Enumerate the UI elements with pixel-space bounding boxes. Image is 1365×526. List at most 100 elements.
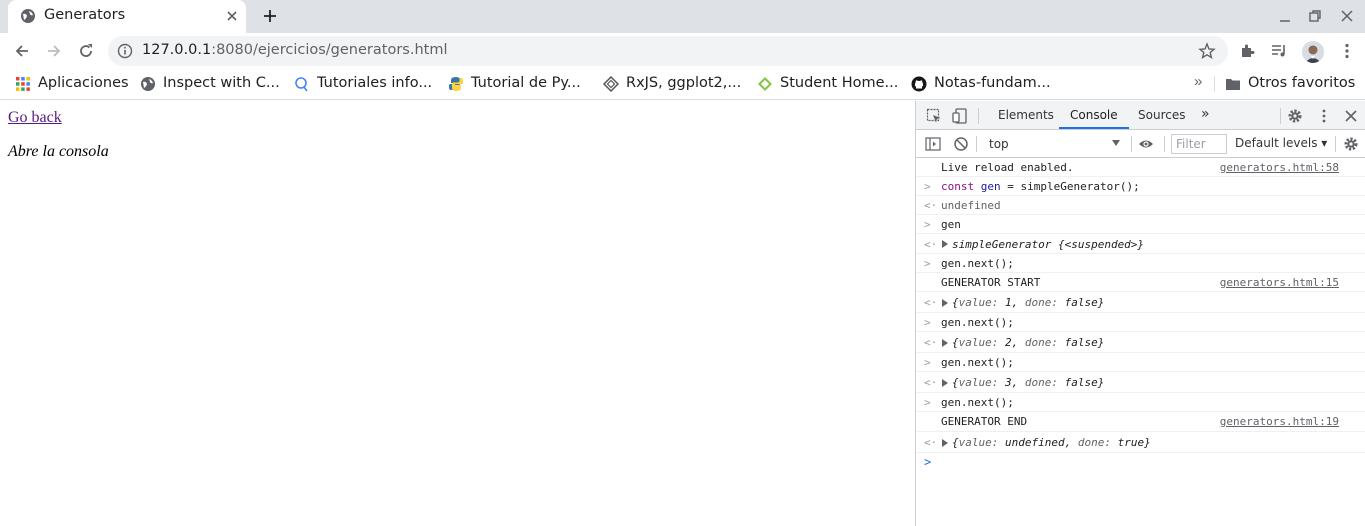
expand-triangle-icon[interactable] <box>941 299 949 307</box>
console-result-row: <· undefined <box>916 196 1365 215</box>
console-settings-gear-icon[interactable] <box>1343 136 1359 152</box>
more-tabs-button[interactable]: » <box>1201 106 1210 122</box>
sidebar-toggle-icon[interactable] <box>925 136 941 152</box>
expand-triangle-icon[interactable] <box>941 240 949 248</box>
result-object[interactable]: {value: 3, done: false} <box>952 376 1104 389</box>
console-input-row: > const gen = simpleGenerator(); <box>916 177 1365 196</box>
address-bar[interactable]: 127.0.0.1:8080/ejercicios/generators.htm… <box>108 36 1228 66</box>
result-object[interactable]: simpleGenerator {<suspended>} <box>952 238 1144 251</box>
source-link[interactable]: generators.html:58 <box>1220 161 1339 174</box>
input-command: const gen = simpleGenerator(); <box>941 180 1140 193</box>
go-back-link[interactable]: Go back <box>8 109 62 127</box>
tab-console[interactable]: Console <box>1070 108 1118 122</box>
input-command: gen.next(); <box>941 316 1014 329</box>
console-result-row: <· {value: 3, done: false} <box>916 372 1365 393</box>
filter-input[interactable]: Filter <box>1171 134 1227 154</box>
extensions-icon[interactable] <box>1238 42 1256 60</box>
leaf-icon <box>757 76 773 92</box>
diamond-icon <box>603 76 619 92</box>
tab-title: Generators <box>44 7 126 23</box>
close-window-icon[interactable] <box>1337 6 1357 26</box>
result-value: undefined <box>941 199 1001 212</box>
devtools-tab-bar: Elements Console Sources » <box>916 101 1365 130</box>
devtools-menu-icon[interactable] <box>1316 108 1332 124</box>
toolbar-separator <box>1335 136 1336 152</box>
bookmarks-overflow-button[interactable]: » <box>1194 73 1202 90</box>
log-levels-dropdown[interactable]: Default levels ▾ <box>1235 136 1327 150</box>
expand-triangle-icon[interactable] <box>941 439 949 447</box>
context-value: top <box>989 137 1009 151</box>
active-tab-indicator <box>1059 127 1129 129</box>
search-bubble-icon <box>294 76 310 92</box>
input-prompt-icon: > <box>924 396 931 409</box>
inspect-element-icon[interactable] <box>926 108 942 124</box>
input-prompt-icon: > <box>924 316 931 329</box>
input-command: gen.next(); <box>941 257 1014 270</box>
log-message: GENERATOR END <box>941 415 1028 428</box>
close-devtools-icon[interactable] <box>1343 108 1359 124</box>
back-icon[interactable] <box>12 41 32 61</box>
console-input-row: > gen <box>916 215 1365 234</box>
browser-tab[interactable]: Generators <box>8 0 246 33</box>
bookmark-label: Tutorial de Py... <box>471 75 581 91</box>
bookmark-label: Otros favoritos <box>1248 75 1356 91</box>
console-input-row: > gen.next(); <box>916 254 1365 273</box>
result-object[interactable]: {value: 2, done: false} <box>952 336 1104 349</box>
console-result-row: <· simpleGenerator {<suspended>} <box>916 234 1365 254</box>
media-control-icon[interactable] <box>1270 42 1288 60</box>
result-object[interactable]: {value: undefined, done: true} <box>952 436 1151 449</box>
bookmarks-bar: Aplicaciones Inspect with C... Tutoriale… <box>0 68 1365 100</box>
toolbar-separator <box>1280 108 1281 124</box>
result-object[interactable]: {value: 1, done: false} <box>952 296 1104 309</box>
input-command: gen.next(); <box>941 356 1014 369</box>
result-arrow-icon: <· <box>924 238 938 251</box>
reload-icon[interactable] <box>76 41 96 61</box>
live-expression-eye-icon[interactable] <box>1138 136 1154 152</box>
toolbar-separator <box>978 108 979 124</box>
device-toolbar-icon[interactable] <box>952 108 968 124</box>
input-prompt-icon: > <box>924 218 931 231</box>
minimize-icon[interactable] <box>1275 6 1295 26</box>
bookmark-label: Tutoriales info... <box>317 75 433 91</box>
result-arrow-icon: <· <box>924 199 938 212</box>
bookmark-star-icon[interactable] <box>1198 42 1216 60</box>
console-input-row: > gen.next(); <box>916 353 1365 372</box>
profile-avatar[interactable] <box>1302 41 1324 63</box>
console-result-row: <· {value: 2, done: false} <box>916 332 1365 353</box>
console-filter-bar: top Filter Default levels ▾ <box>916 130 1365 158</box>
settings-gear-icon[interactable] <box>1287 108 1303 124</box>
new-tab-icon[interactable] <box>260 6 280 26</box>
restore-icon[interactable] <box>1305 6 1325 26</box>
result-arrow-icon: <· <box>924 376 938 389</box>
result-arrow-icon: <· <box>924 436 938 449</box>
bookmark-label: Student Home... <box>780 75 899 91</box>
bookmark-label: Inspect with C... <box>163 75 280 91</box>
devtools-panel: Elements Console Sources » top Filter De… <box>915 101 1365 526</box>
expand-triangle-icon[interactable] <box>941 379 949 387</box>
input-prompt-icon: > <box>924 257 931 270</box>
context-selector[interactable]: top <box>982 134 1122 154</box>
input-prompt-icon: > <box>924 356 931 369</box>
console-result-row: <· {value: 1, done: false} <box>916 292 1365 313</box>
result-arrow-icon: <· <box>924 296 938 309</box>
apps-grid-icon <box>15 76 31 92</box>
page-content: Go back Abre la consola <box>0 101 915 526</box>
console-log-row: GENERATOR END generators.html:19 <box>916 412 1365 432</box>
menu-kebab-icon[interactable] <box>1338 42 1356 60</box>
toolbar-separator <box>976 136 977 152</box>
close-tab-icon[interactable] <box>224 8 240 24</box>
log-message: GENERATOR START <box>941 276 1041 289</box>
folder-icon <box>1225 76 1241 92</box>
forward-icon[interactable] <box>44 41 64 61</box>
info-icon[interactable] <box>117 43 133 59</box>
tab-sources[interactable]: Sources <box>1138 108 1185 122</box>
source-link[interactable]: generators.html:19 <box>1220 415 1339 428</box>
clear-console-icon[interactable] <box>953 136 969 152</box>
log-message: Live reload enabled. <box>941 161 1074 174</box>
console-prompt[interactable]: > <box>924 455 931 469</box>
expand-triangle-icon[interactable] <box>941 339 949 347</box>
url-text: 127.0.0.1:8080/ejercicios/generators.htm… <box>142 42 448 58</box>
source-link[interactable]: generators.html:15 <box>1220 276 1339 289</box>
tab-elements[interactable]: Elements <box>998 108 1054 122</box>
console-log-row: Live reload enabled. generators.html:58 <box>916 158 1365 177</box>
